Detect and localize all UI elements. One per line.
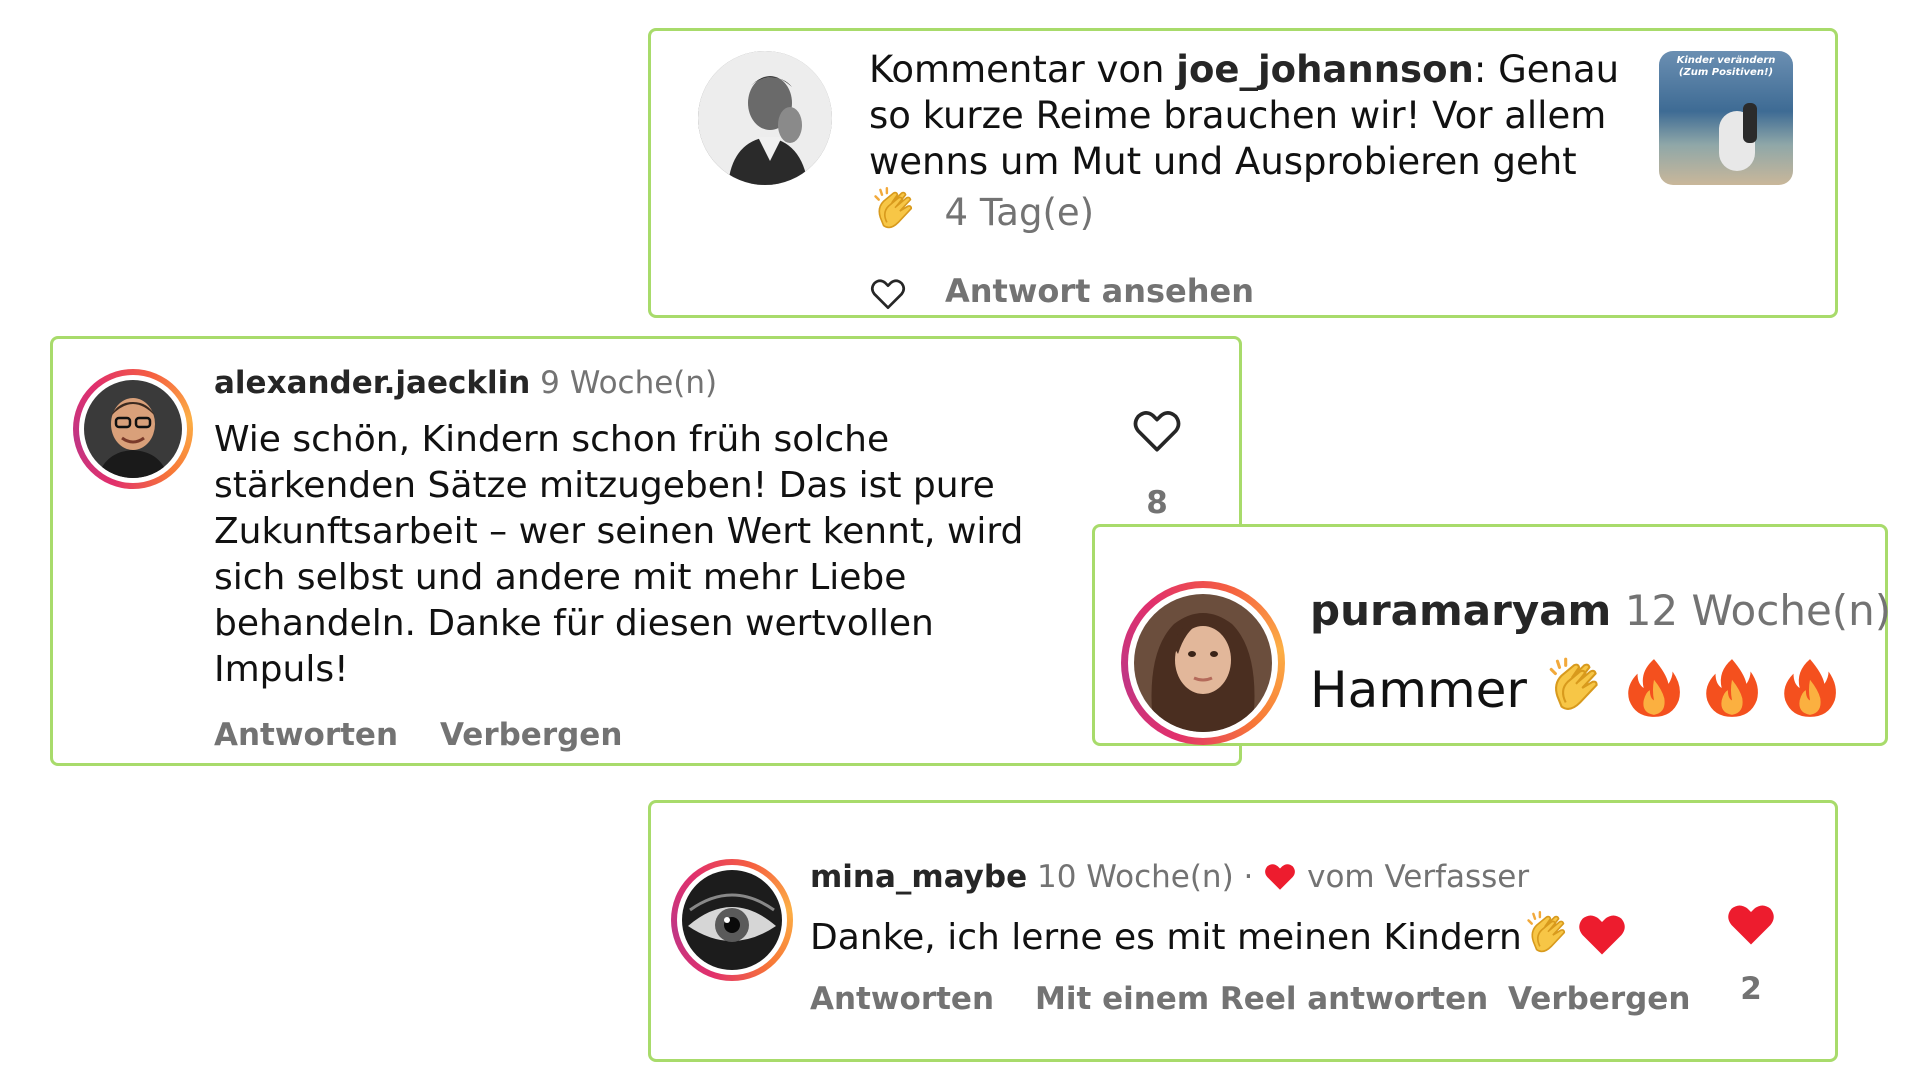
comment-line: stärkenden Sätze mitzugeben! Das ist pur…: [214, 465, 995, 506]
comment-body: Danke, ich lerne es mit meinen Kindern: [810, 917, 1522, 958]
comment-text-line3: wenns um Mut und Ausprobieren geht: [869, 140, 1577, 183]
like-count: 8: [1146, 485, 1168, 521]
fire-icon: [1621, 655, 1687, 721]
comment-line: Zukunftsarbeit – wer seinen Wert kennt, …: [214, 511, 1024, 552]
comment-card-joe: Kommentar von joe_johannson: Genau so ku…: [648, 28, 1838, 318]
red-heart-icon: [1576, 909, 1628, 961]
person-figure: [1743, 103, 1757, 143]
clapping-hands-icon: [1543, 655, 1609, 721]
avatar[interactable]: [698, 51, 832, 185]
heart-outline-icon[interactable]: [869, 275, 907, 313]
comment-text-line1: : Genau: [1473, 48, 1620, 91]
story-ring[interactable]: [73, 369, 193, 489]
username[interactable]: puramaryam: [1310, 586, 1611, 635]
avatar: [84, 380, 182, 478]
comment-line: Wie schön, Kindern schon früh solche: [214, 419, 890, 460]
liked-heart-icon[interactable]: [1725, 899, 1777, 951]
timestamp: 9 Woche(n): [540, 365, 718, 401]
hide-button[interactable]: Verbergen: [1508, 981, 1690, 1017]
username[interactable]: mina_maybe: [810, 859, 1027, 895]
thumbnail-subtitle: (Zum Positiven!): [1678, 67, 1774, 78]
comment-card-puramaryam: puramaryam 12 Woche(n) Hammer: [1092, 524, 1891, 746]
clapping-hands-icon: [869, 185, 921, 237]
post-thumbnail[interactable]: Kinder verändern (Zum Positiven!): [1659, 51, 1793, 185]
comment-text: Danke, ich lerne es mit meinen Kindern: [810, 909, 1628, 966]
comment-body: Hammer: [1310, 661, 1527, 719]
avatar: [682, 870, 782, 970]
comment-line: sich selbst und andere mit mehr Liebe: [214, 557, 907, 598]
person-face-icon: [1134, 594, 1272, 732]
timestamp: 10 Woche(n): [1036, 859, 1234, 895]
reply-button[interactable]: Antworten: [214, 717, 398, 753]
comment-card-alexander: alexander.jaecklin 9 Woche(n) Wie schön,…: [50, 336, 1242, 766]
like-count: 2: [1740, 971, 1762, 1007]
comment-text: Hammer: [1310, 655, 1843, 723]
comment-text-line2: so kurze Reime brauchen wir! Vor allem: [869, 94, 1607, 137]
view-replies-link[interactable]: Antwort ansehen: [945, 272, 1254, 310]
hide-button[interactable]: Verbergen: [440, 717, 622, 753]
comment-card-mina: mina_maybe 10 Woche(n) · vom Verfasser D…: [648, 800, 1838, 1062]
thumbnail-title: Kinder verändern: [1676, 55, 1776, 66]
comment-header: mina_maybe 10 Woche(n) · vom Verfasser: [810, 857, 1529, 897]
red-heart-icon: [1263, 860, 1297, 894]
comment-line: Impuls!: [214, 649, 349, 690]
comment-line: behandeln. Danke für diesen wertvollen: [214, 603, 934, 644]
comment-text: Kommentar von joe_johannson: Genau so ku…: [869, 47, 1619, 237]
separator: ·: [1243, 859, 1254, 895]
fire-icon: [1699, 655, 1765, 721]
comment-text: Wie schön, Kindern schon früh solche stä…: [214, 417, 1023, 693]
person-face-icon: [84, 380, 182, 478]
clapping-hands-icon: [1522, 909, 1574, 961]
comment-header: alexander.jaecklin 9 Woche(n): [214, 363, 717, 403]
username[interactable]: alexander.jaecklin: [214, 365, 530, 401]
comment-prefix: Kommentar von: [869, 48, 1165, 91]
reel-reply-button[interactable]: Mit einem Reel antworten: [1035, 981, 1488, 1017]
story-ring[interactable]: [1121, 581, 1285, 745]
heart-outline-icon[interactable]: [1131, 405, 1183, 457]
fire-icon: [1777, 655, 1843, 721]
author-liked-badge: vom Verfasser: [1307, 859, 1530, 895]
reply-button[interactable]: Antworten: [810, 981, 994, 1017]
avatar: [1134, 594, 1272, 732]
timestamp: 12 Woche(n): [1624, 586, 1892, 635]
comment-header: puramaryam 12 Woche(n): [1310, 585, 1891, 637]
username[interactable]: joe_johannson: [1176, 48, 1474, 91]
timestamp: 4 Tag(e): [944, 191, 1095, 234]
story-ring[interactable]: [671, 859, 793, 981]
person-silhouette-icon: [698, 51, 832, 185]
eye-icon: [682, 870, 782, 970]
